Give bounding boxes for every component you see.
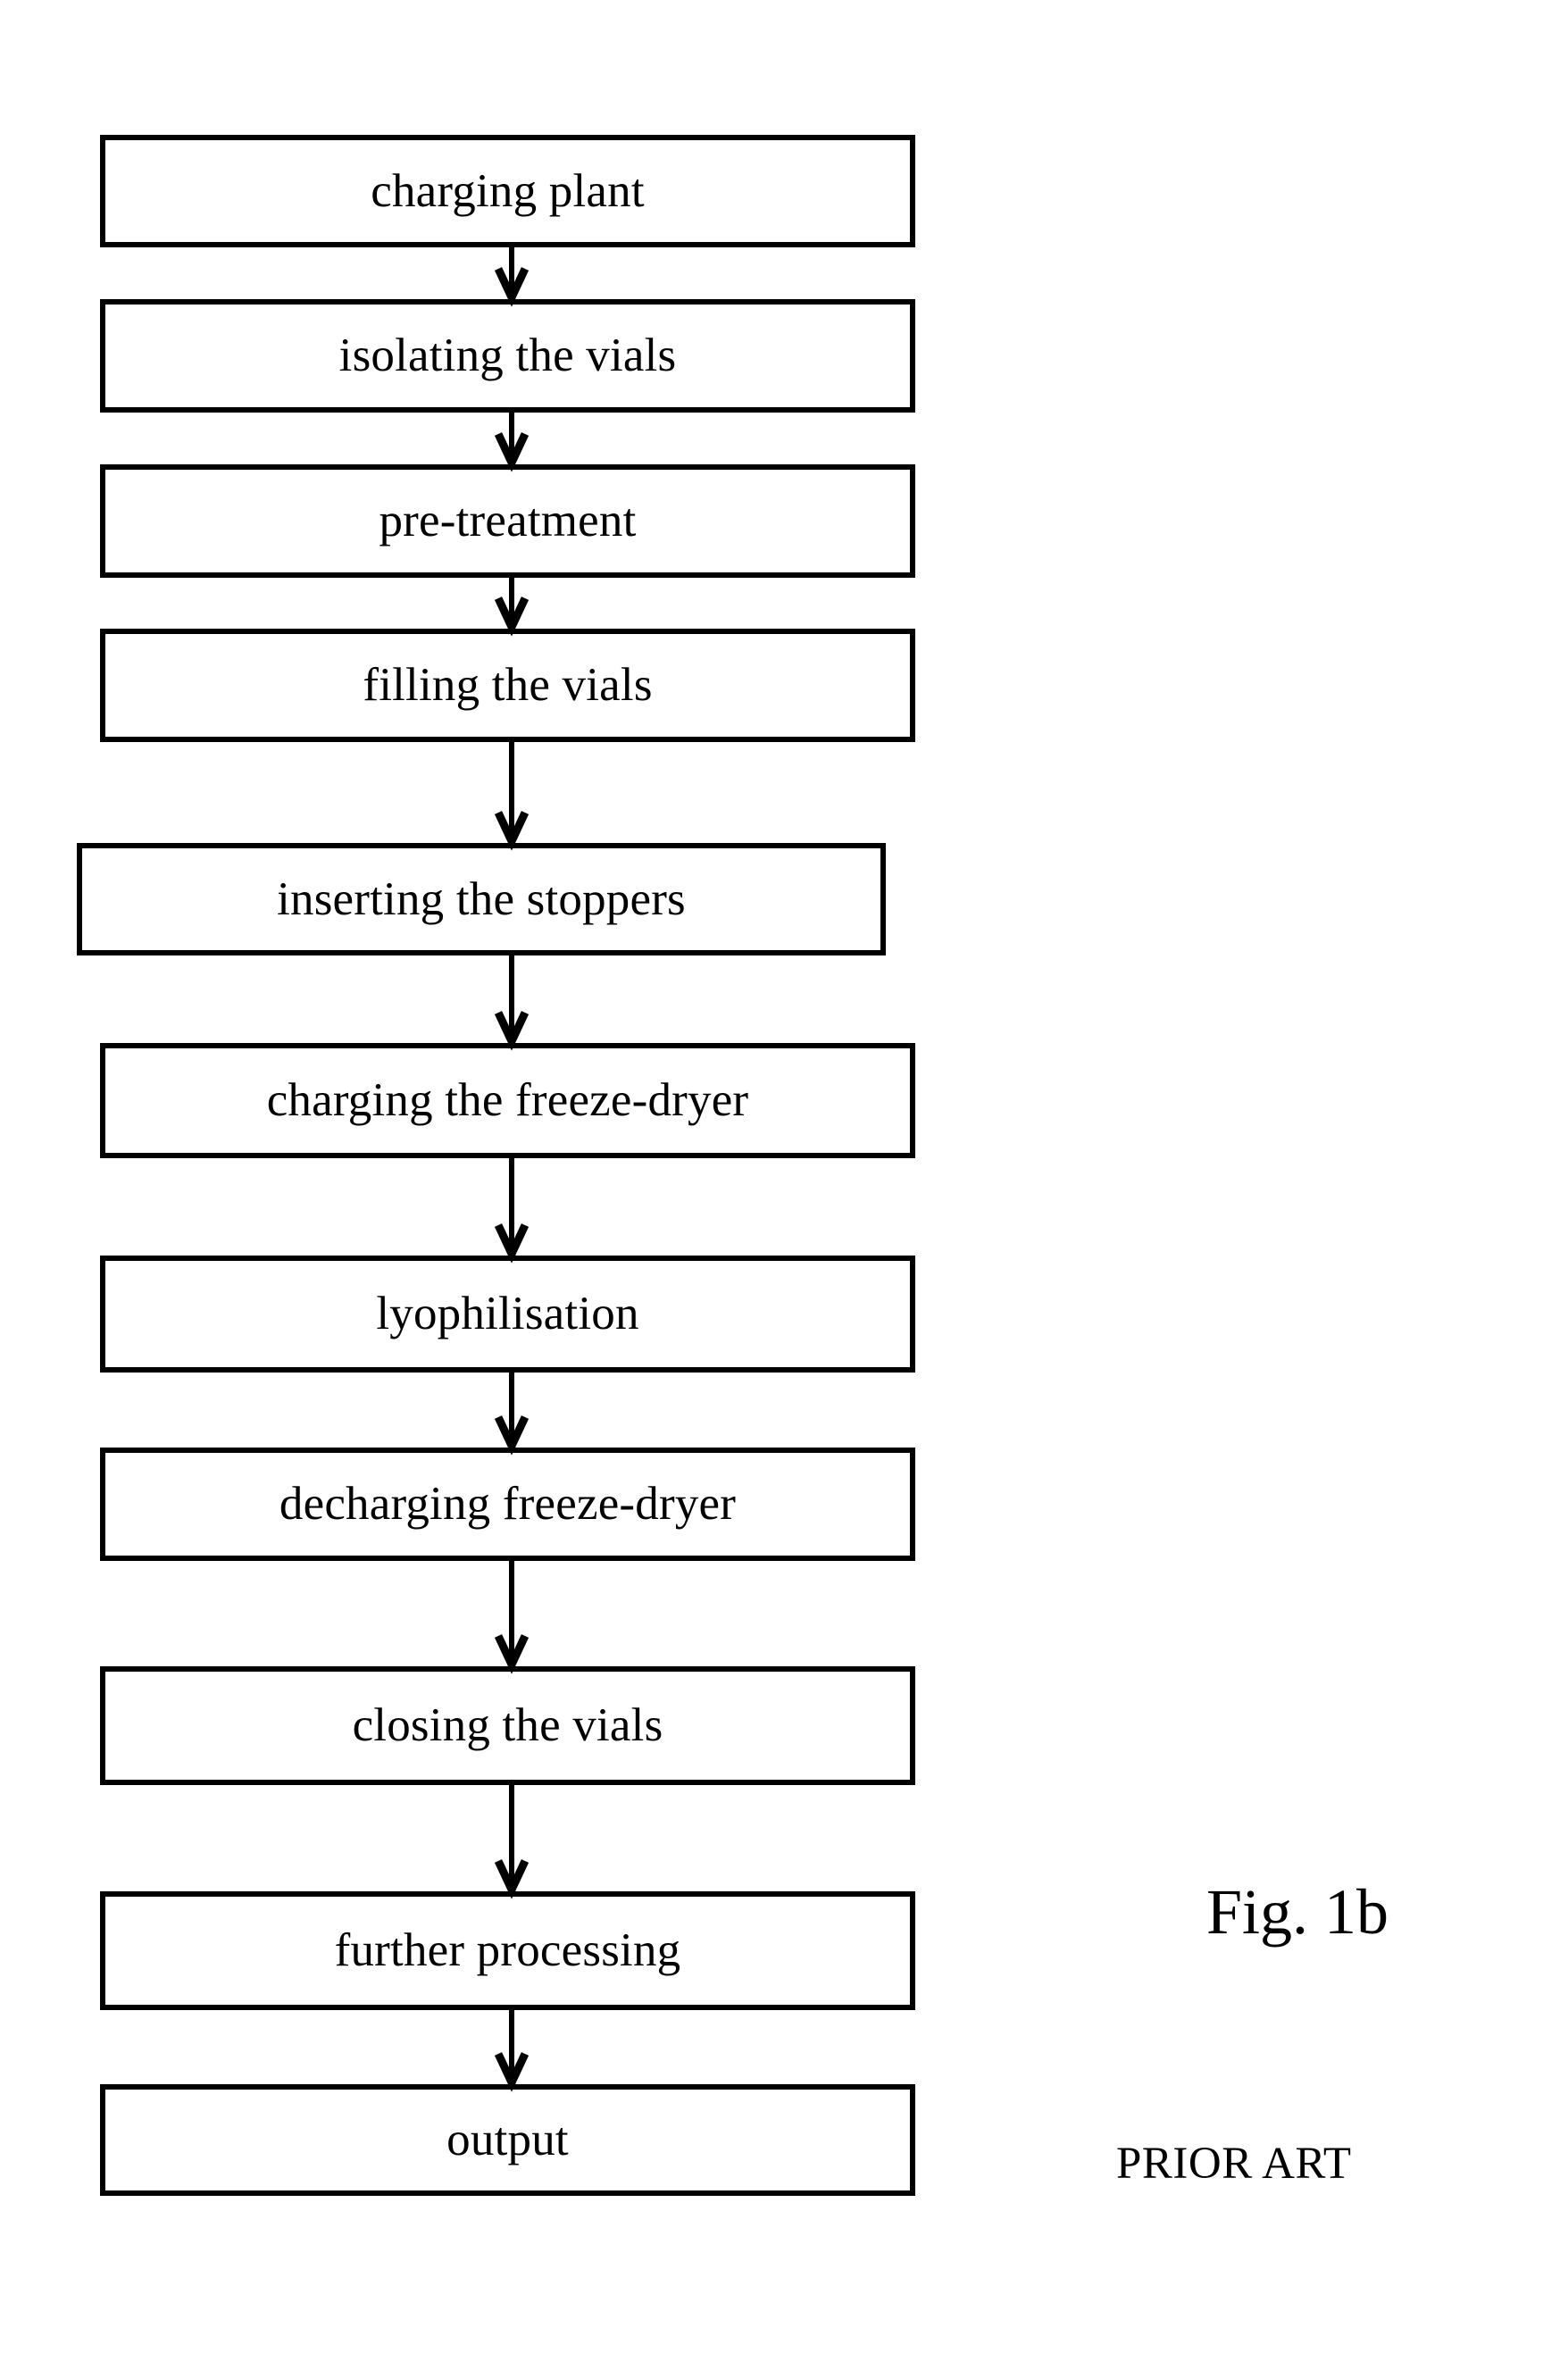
flowchart-node-label: output (446, 2114, 569, 2165)
flowchart-node-label: closing the vials (352, 1699, 663, 1751)
prior-art-label: PRIOR ART (1116, 2139, 1352, 2189)
flow-down-arrow-e7 (494, 1373, 530, 1456)
flowchart-node-n10: further processing (100, 1891, 915, 2010)
flow-down-arrow-e5 (494, 955, 530, 1051)
flowchart-node-label: filling the vials (363, 659, 653, 711)
flowchart-node-n2: isolating the vials (100, 299, 915, 413)
flowchart-node-n3: pre-treatment (100, 464, 915, 578)
flowchart-node-label: isolating the vials (338, 330, 677, 381)
figure-caption: Fig. 1b (1206, 1876, 1389, 1948)
flow-down-arrow-e10 (494, 2010, 530, 2092)
flow-down-arrow-e3 (494, 578, 530, 637)
flowchart-node-label: decharging freeze-dryer (279, 1478, 737, 1530)
flowchart-node-n6: charging the freeze-dryer (100, 1043, 915, 1158)
figure-canvas: charging plant isolating the vials pre-tre… (0, 0, 1568, 2353)
flowchart-node-n8: decharging freeze-dryer (100, 1448, 915, 1561)
flowchart-node-label: pre-treatment (379, 495, 637, 547)
flowchart-node-label: charging plant (371, 164, 645, 217)
flowchart-node-n5: inserting the stoppers (77, 843, 886, 955)
flowchart-node-n1: charging plant (100, 135, 915, 247)
flowchart-node-n9: closing the vials (100, 1666, 915, 1785)
flow-down-arrow-e6 (494, 1158, 530, 1264)
flowchart-node-label: charging the freeze-dryer (266, 1074, 749, 1126)
flow-down-arrow-e9 (494, 1785, 530, 1899)
flowchart-node-label: inserting the stoppers (277, 872, 686, 925)
flowchart-node-label: further processing (334, 1924, 681, 1976)
flowchart-node-n11: output (100, 2084, 915, 2196)
flow-down-arrow-e4 (494, 742, 530, 851)
flow-down-arrow-e1 (494, 247, 530, 307)
flowchart-node-n4: filling the vials (100, 629, 915, 742)
flow-down-arrow-e2 (494, 413, 530, 472)
flowchart-node-n7: lyophilisation (100, 1256, 915, 1373)
flowchart-node-label: lyophilisation (376, 1288, 639, 1339)
flow-down-arrow-e8 (494, 1561, 530, 1674)
